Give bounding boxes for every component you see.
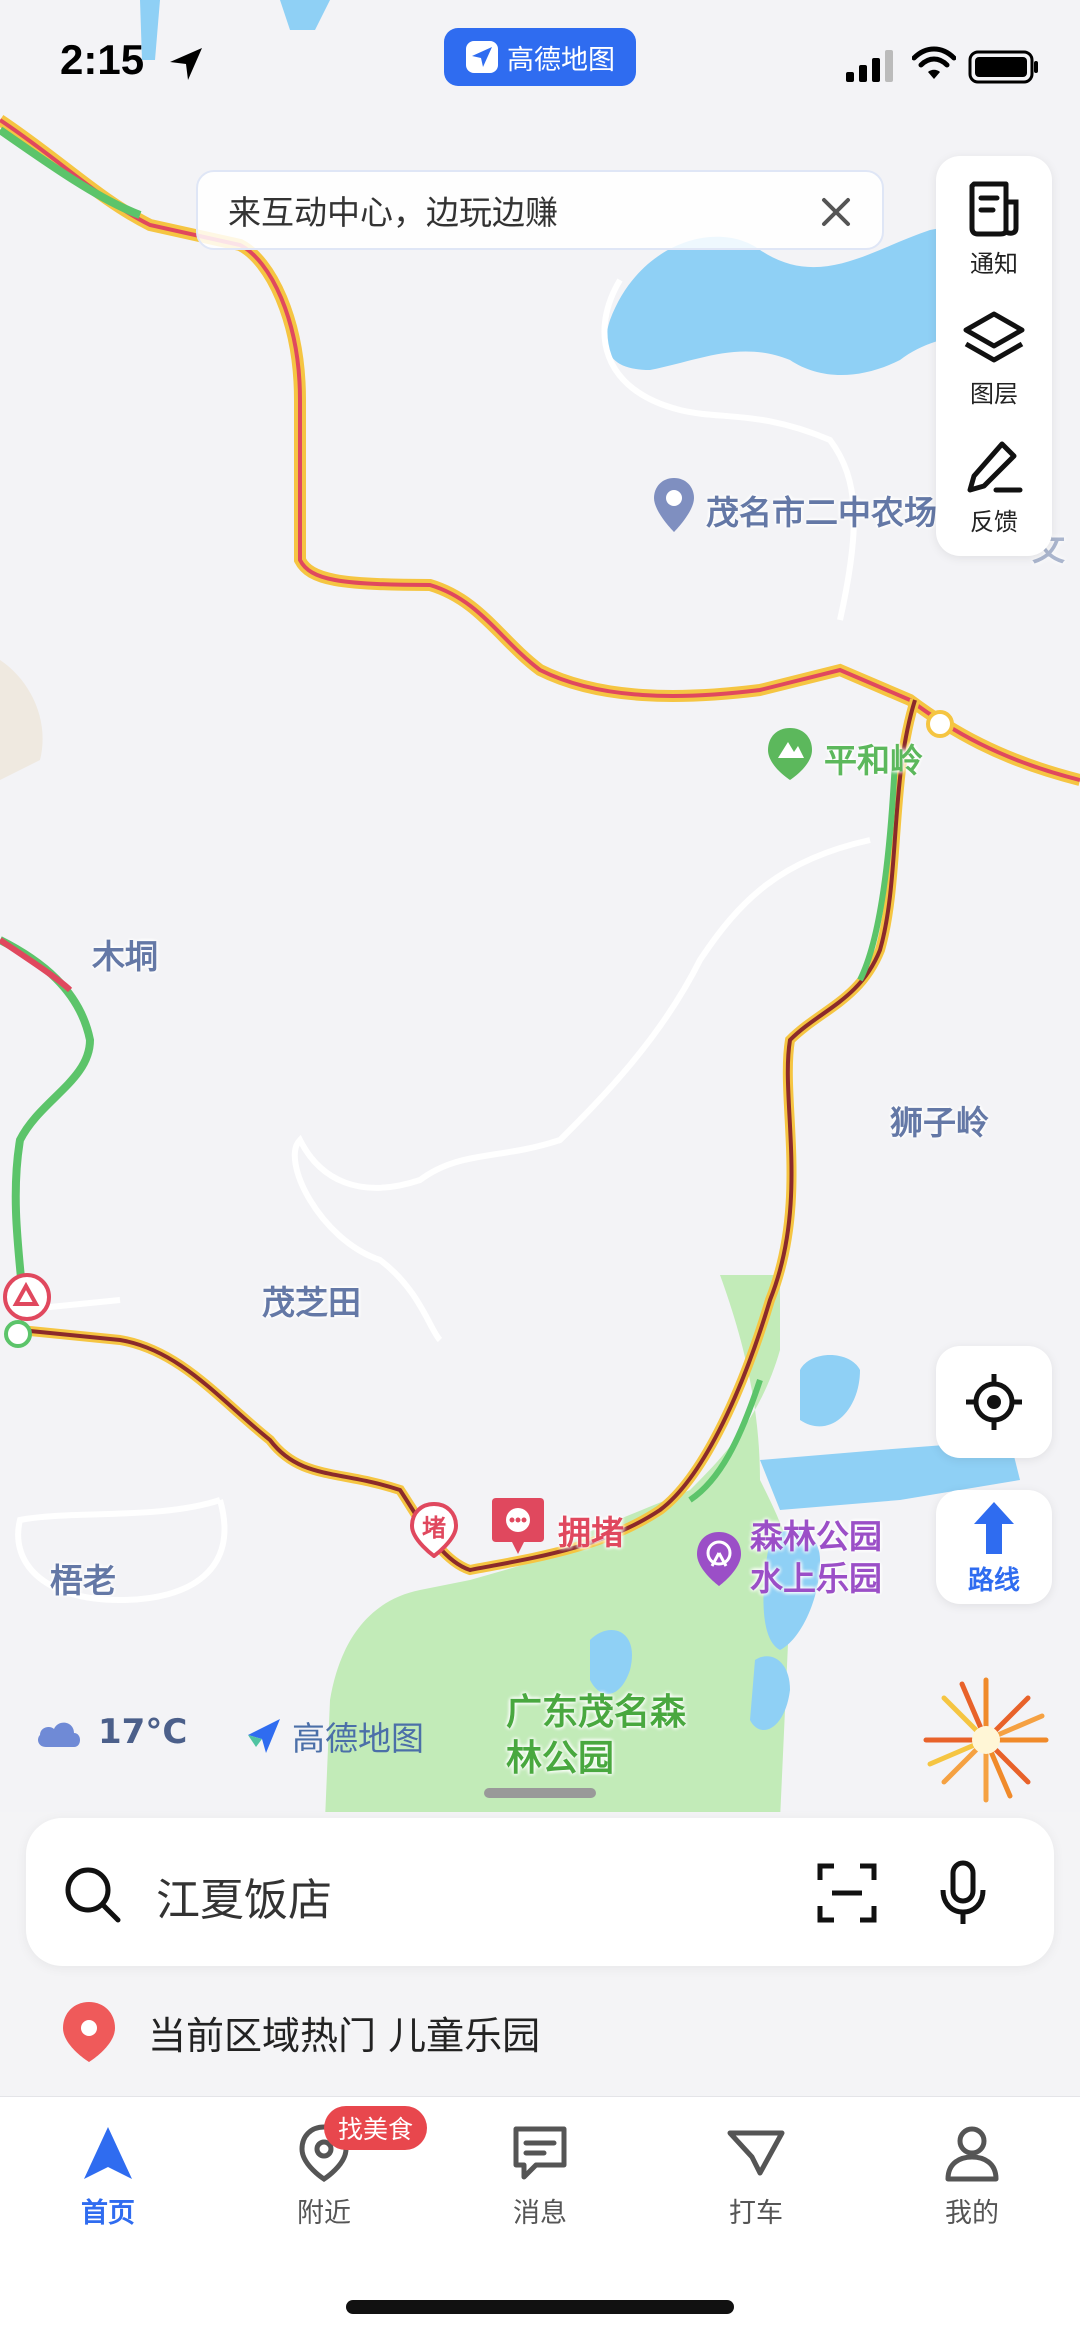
congestion-bubble-icon[interactable] (490, 1494, 546, 1560)
south-road-darkred (19, 699, 917, 1573)
west-road-green (0, 936, 95, 1321)
hot-area-text: 当前区域热门 儿童乐园 (148, 2013, 541, 2058)
status-bar: 2:15 高德地图 (0, 0, 1080, 130)
feedback-edit-icon (967, 441, 1023, 493)
promo-banner[interactable]: 来互动中心，边玩边赚 (196, 170, 884, 250)
microphone-icon[interactable] (938, 1860, 988, 1926)
notice-label: 通知 (970, 250, 1018, 278)
layers-label: 图层 (970, 380, 1018, 408)
weather-temp: 17°C (98, 1712, 188, 1752)
wifi-icon (912, 46, 956, 79)
route-button[interactable]: 路线 (936, 1490, 1052, 1604)
message-icon (513, 2126, 567, 2180)
tab-taxi[interactable]: 打车 (676, 2123, 836, 2230)
notice-button[interactable]: 通知 (936, 166, 1052, 296)
map-view[interactable]: 茂名市二中农场 文 平和岭 木垌 狮子岭 茂芝田 梧老 堵 拥堵 森林公园水上乐… (0, 0, 1080, 1820)
pond-1 (800, 1355, 860, 1427)
label-wulao: 梧老 (50, 1561, 116, 1600)
label-water-park[interactable]: 森林公园水上乐园 (750, 1516, 910, 1600)
school-pin-icon[interactable] (652, 476, 696, 534)
banner-text: 来互动中心，边玩边赚 (228, 193, 558, 232)
west-road-red (0, 937, 73, 993)
amap-watermark: 高德地图 (244, 1712, 424, 1760)
location-arrow-icon (170, 48, 202, 80)
feedback-button[interactable]: 反馈 (936, 424, 1052, 554)
south-road-yellow (19, 698, 920, 1576)
notice-icon (969, 181, 1019, 237)
brand-label: 高德地图 (292, 1719, 424, 1758)
label-pinghe[interactable]: 平和岭 (824, 734, 923, 782)
taxi-icon (727, 2130, 785, 2176)
firework-icon[interactable] (918, 1672, 1054, 1808)
tab-messages[interactable]: 消息 (460, 2123, 620, 2230)
cloud-icon (38, 1722, 80, 1747)
road-event-icon[interactable] (2, 1272, 52, 1328)
app-badge[interactable]: 高德地图 (444, 28, 636, 86)
label-shiziling: 狮子岭 (890, 1103, 989, 1142)
label-school[interactable]: 茂名市二中农场 (706, 486, 937, 534)
road-junction-dot (926, 710, 954, 738)
close-icon[interactable] (816, 192, 856, 232)
search-bar[interactable]: 江夏饭店 (26, 1818, 1054, 1966)
app-badge-label: 高德地图 (507, 44, 615, 76)
mountain-pin-icon[interactable] (766, 726, 814, 782)
status-time: 2:15 (60, 36, 145, 83)
label-mutong: 木垌 (92, 937, 158, 976)
tab-me-label: 我的 (945, 2198, 999, 2229)
label-congestion[interactable]: 拥堵 (558, 1506, 624, 1554)
edge-area (0, 660, 43, 780)
route-label: 路线 (967, 1566, 1020, 1596)
amap-brand-icon (248, 1719, 280, 1753)
sheet-grabber[interactable] (484, 1788, 596, 1798)
congestion-marker-label: 堵 (422, 1514, 446, 1542)
route-arrow-icon (974, 1502, 1014, 1554)
food-badge[interactable]: 找美食 (324, 2106, 428, 2150)
navigation-arrow-icon (84, 2127, 132, 2179)
congestion-marker[interactable]: 堵 (410, 1502, 458, 1558)
label-maozhitian: 茂芝田 (262, 1283, 361, 1322)
search-input[interactable]: 江夏饭店 (156, 1864, 332, 1928)
hot-area-suggestion[interactable]: 当前区域热门 儿童乐园 (60, 2000, 540, 2064)
battery-icon (968, 50, 1038, 84)
tab-nearby-label: 附近 (297, 2198, 351, 2229)
home-indicator (346, 2300, 734, 2314)
amap-logo-icon (466, 41, 498, 73)
location-pin-red-icon (63, 2002, 115, 2062)
tab-home[interactable]: 首页 (28, 2123, 188, 2230)
feedback-label: 反馈 (970, 508, 1018, 536)
layers-button[interactable]: 图层 (936, 296, 1052, 426)
layers-icon (963, 311, 1025, 363)
tab-taxi-label: 打车 (729, 2198, 783, 2229)
tab-messages-label: 消息 (513, 2198, 567, 2229)
weather-widget[interactable]: 17°C (34, 1712, 187, 1752)
tab-home-label: 首页 (81, 2198, 135, 2229)
map-tool-panel: 通知 图层 反馈 (936, 156, 1052, 556)
label-forest-park[interactable]: 广东茂名森林公园 (506, 1690, 686, 1782)
scan-icon[interactable] (816, 1862, 878, 1924)
locate-me-button[interactable] (936, 1346, 1052, 1458)
person-icon (945, 2126, 999, 2182)
crosshair-icon (966, 1374, 1022, 1430)
ferris-wheel-pin-icon[interactable] (694, 1530, 744, 1588)
search-icon (65, 1867, 121, 1923)
cellular-signal-icon (846, 50, 893, 82)
tab-me[interactable]: 我的 (892, 2123, 1052, 2230)
